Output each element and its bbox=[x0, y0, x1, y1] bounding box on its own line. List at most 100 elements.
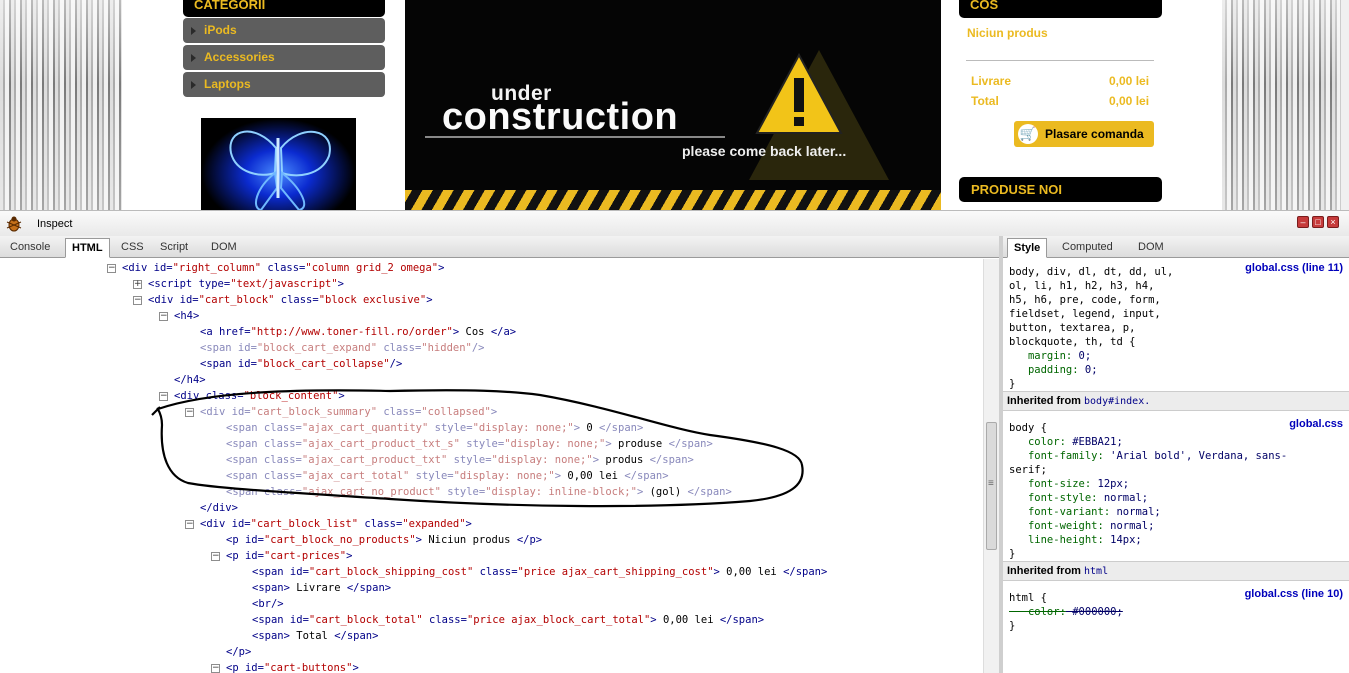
tab-computed[interactable]: Computed bbox=[1056, 238, 1119, 258]
css-property[interactable]: font-size: bbox=[1009, 478, 1091, 490]
website-viewport: CATEGORII iPods Accessories Laptops unde… bbox=[0, 0, 1349, 210]
source-link-line-10[interactable]: global.css (line 10) bbox=[1245, 588, 1343, 600]
shipping-label: Livrare bbox=[971, 74, 1012, 88]
css-property[interactable]: normal; bbox=[1098, 492, 1148, 504]
css-line: } bbox=[1009, 378, 1016, 390]
inspect-label[interactable]: Inspect bbox=[37, 218, 72, 230]
html-tree-node[interactable]: <span id="block_cart_collapse"/> bbox=[200, 356, 402, 372]
html-tree-node[interactable]: <span id="cart_block_total" class="price… bbox=[252, 612, 764, 628]
expand-icon[interactable]: + bbox=[133, 279, 142, 289]
tab-css[interactable]: CSS bbox=[115, 238, 150, 258]
scroll-thumb[interactable] bbox=[986, 422, 997, 550]
hand-drawn-circle-annotation bbox=[151, 389, 804, 508]
css-property[interactable]: font-family: bbox=[1009, 450, 1104, 462]
css-property[interactable]: margin: bbox=[1009, 350, 1072, 362]
cart-empty-text: Niciun produs bbox=[967, 26, 1048, 40]
left-skyline-decoration bbox=[0, 0, 122, 210]
css-property[interactable]: normal; bbox=[1104, 520, 1154, 532]
css-line: body { bbox=[1009, 422, 1047, 434]
style-panel: global.css (line 11) Inherited from body… bbox=[1003, 259, 1349, 673]
css-property[interactable]: 0; bbox=[1079, 364, 1098, 376]
close-icon[interactable]: × bbox=[1327, 216, 1339, 228]
css-line: serif; bbox=[1009, 464, 1047, 476]
category-accessories[interactable]: Accessories bbox=[183, 45, 385, 70]
css-property[interactable]: line-height: bbox=[1009, 534, 1104, 546]
html-tree-node[interactable]: <p id="cart_block_no_products"> Niciun p… bbox=[226, 532, 542, 548]
page-scrollbar[interactable] bbox=[1340, 0, 1349, 210]
source-link-global-css[interactable]: global.css bbox=[1289, 418, 1343, 430]
css-property[interactable]: font-weight: bbox=[1009, 520, 1104, 532]
html-tree-node[interactable]: <span> Total </span> bbox=[252, 628, 378, 644]
arrow-right-icon bbox=[191, 27, 196, 35]
firebug-icon[interactable] bbox=[5, 215, 23, 232]
html-tree-node[interactable]: − <h4> bbox=[159, 308, 199, 324]
inherited-from-body: Inherited from body#index. bbox=[1003, 391, 1349, 411]
collapse-icon[interactable]: − bbox=[159, 311, 168, 321]
html-tree-node[interactable]: − <div id="cart_block" class="block exclu… bbox=[133, 292, 433, 308]
minimize-icon[interactable]: – bbox=[1297, 216, 1309, 228]
css-property[interactable]: #000000; bbox=[1066, 606, 1123, 618]
under-construction-banner: under construction please come back late… bbox=[405, 0, 941, 210]
arrow-right-icon bbox=[191, 54, 196, 62]
collapse-icon[interactable]: − bbox=[107, 263, 116, 273]
detach-icon[interactable]: □ bbox=[1312, 216, 1324, 228]
warning-icon bbox=[749, 50, 889, 180]
inherited-from-html: Inherited from html bbox=[1003, 561, 1349, 581]
html-tree-node[interactable]: − <p id="cart-buttons"> bbox=[211, 660, 359, 673]
css-line: line-height: 14px; bbox=[1009, 533, 1142, 547]
css-line: padding: 0; bbox=[1009, 363, 1098, 377]
css-property[interactable]: #EBBA21; bbox=[1066, 436, 1123, 448]
css-line: font-weight: normal; bbox=[1009, 519, 1154, 533]
css-property[interactable]: font-style: bbox=[1009, 492, 1098, 504]
html-tree-node[interactable]: <span> Livrare </span> bbox=[252, 580, 391, 596]
css-property[interactable]: color: bbox=[1009, 436, 1066, 448]
css-property[interactable]: font-variant: bbox=[1009, 506, 1110, 518]
html-tree-node[interactable]: </p> bbox=[226, 644, 251, 660]
shipping-value: 0,00 lei bbox=[1109, 74, 1150, 88]
css-line: html { bbox=[1009, 592, 1047, 604]
css-property[interactable]: color: bbox=[1009, 606, 1066, 618]
tab-console[interactable]: Console bbox=[4, 238, 56, 258]
tab-html[interactable]: HTML bbox=[65, 238, 110, 258]
html-tree-node[interactable]: − <div id="right_column" class="column gr… bbox=[107, 260, 444, 276]
html-tree-node[interactable]: <br/> bbox=[252, 596, 284, 612]
source-link-line-11[interactable]: global.css (line 11) bbox=[1245, 262, 1343, 274]
css-line: ol, li, h1, h2, h3, h4, bbox=[1009, 280, 1155, 292]
tab-side-dom[interactable]: DOM bbox=[1132, 238, 1170, 258]
butterfly-image[interactable] bbox=[201, 118, 356, 210]
category-ipods[interactable]: iPods bbox=[183, 18, 385, 43]
html-tree-node[interactable]: <span id="block_cart_expand" class="hidd… bbox=[200, 340, 485, 356]
css-line: button, textarea, p, bbox=[1009, 322, 1136, 334]
banner-line-construction: construction bbox=[442, 96, 679, 138]
css-line: } bbox=[1009, 620, 1016, 632]
html-tree-node[interactable]: − <div id="cart_block_list" class="expand… bbox=[185, 516, 472, 532]
css-line: margin: 0; bbox=[1009, 349, 1091, 363]
css-line: font-style: normal; bbox=[1009, 491, 1148, 505]
tab-dom[interactable]: DOM bbox=[205, 238, 243, 258]
css-property[interactable]: padding: bbox=[1009, 364, 1079, 376]
html-tree-node[interactable]: − <p id="cart-prices"> bbox=[211, 548, 352, 564]
category-laptops[interactable]: Laptops bbox=[183, 72, 385, 97]
banner-line-come-back: please come back later... bbox=[682, 143, 847, 159]
tab-style[interactable]: Style bbox=[1007, 238, 1048, 258]
collapse-icon[interactable]: − bbox=[211, 551, 220, 561]
css-property[interactable]: normal; bbox=[1110, 506, 1160, 518]
css-property[interactable]: 12px; bbox=[1091, 478, 1130, 490]
html-tree-node[interactable]: <a href="http://www.toner-fill.ro/order"… bbox=[200, 324, 516, 340]
css-property[interactable]: 'Arial bold', Verdana, sans- bbox=[1104, 450, 1287, 462]
total-label: Total bbox=[971, 94, 999, 108]
css-property[interactable]: 14px; bbox=[1104, 534, 1142, 546]
shopping-cart-icon: 🛒 bbox=[1018, 124, 1038, 144]
collapse-icon[interactable]: − bbox=[211, 663, 220, 673]
html-tree-node[interactable]: <span id="cart_block_shipping_cost" clas… bbox=[252, 564, 827, 580]
html-tree-node[interactable]: + <script type="text/javascript"> bbox=[133, 276, 344, 292]
collapse-icon[interactable]: − bbox=[185, 519, 194, 529]
html-panel-scrollbar[interactable] bbox=[983, 259, 999, 673]
css-line: body, div, dl, dt, dd, ul, bbox=[1009, 266, 1174, 278]
place-order-button[interactable]: 🛒 Plasare comanda bbox=[1014, 121, 1154, 147]
css-property[interactable]: 0; bbox=[1072, 350, 1092, 362]
collapse-icon[interactable]: − bbox=[133, 295, 142, 305]
css-line: color: #000000; bbox=[1009, 605, 1123, 619]
right-skyline-decoration bbox=[1222, 0, 1340, 210]
tab-script[interactable]: Script bbox=[154, 238, 194, 258]
